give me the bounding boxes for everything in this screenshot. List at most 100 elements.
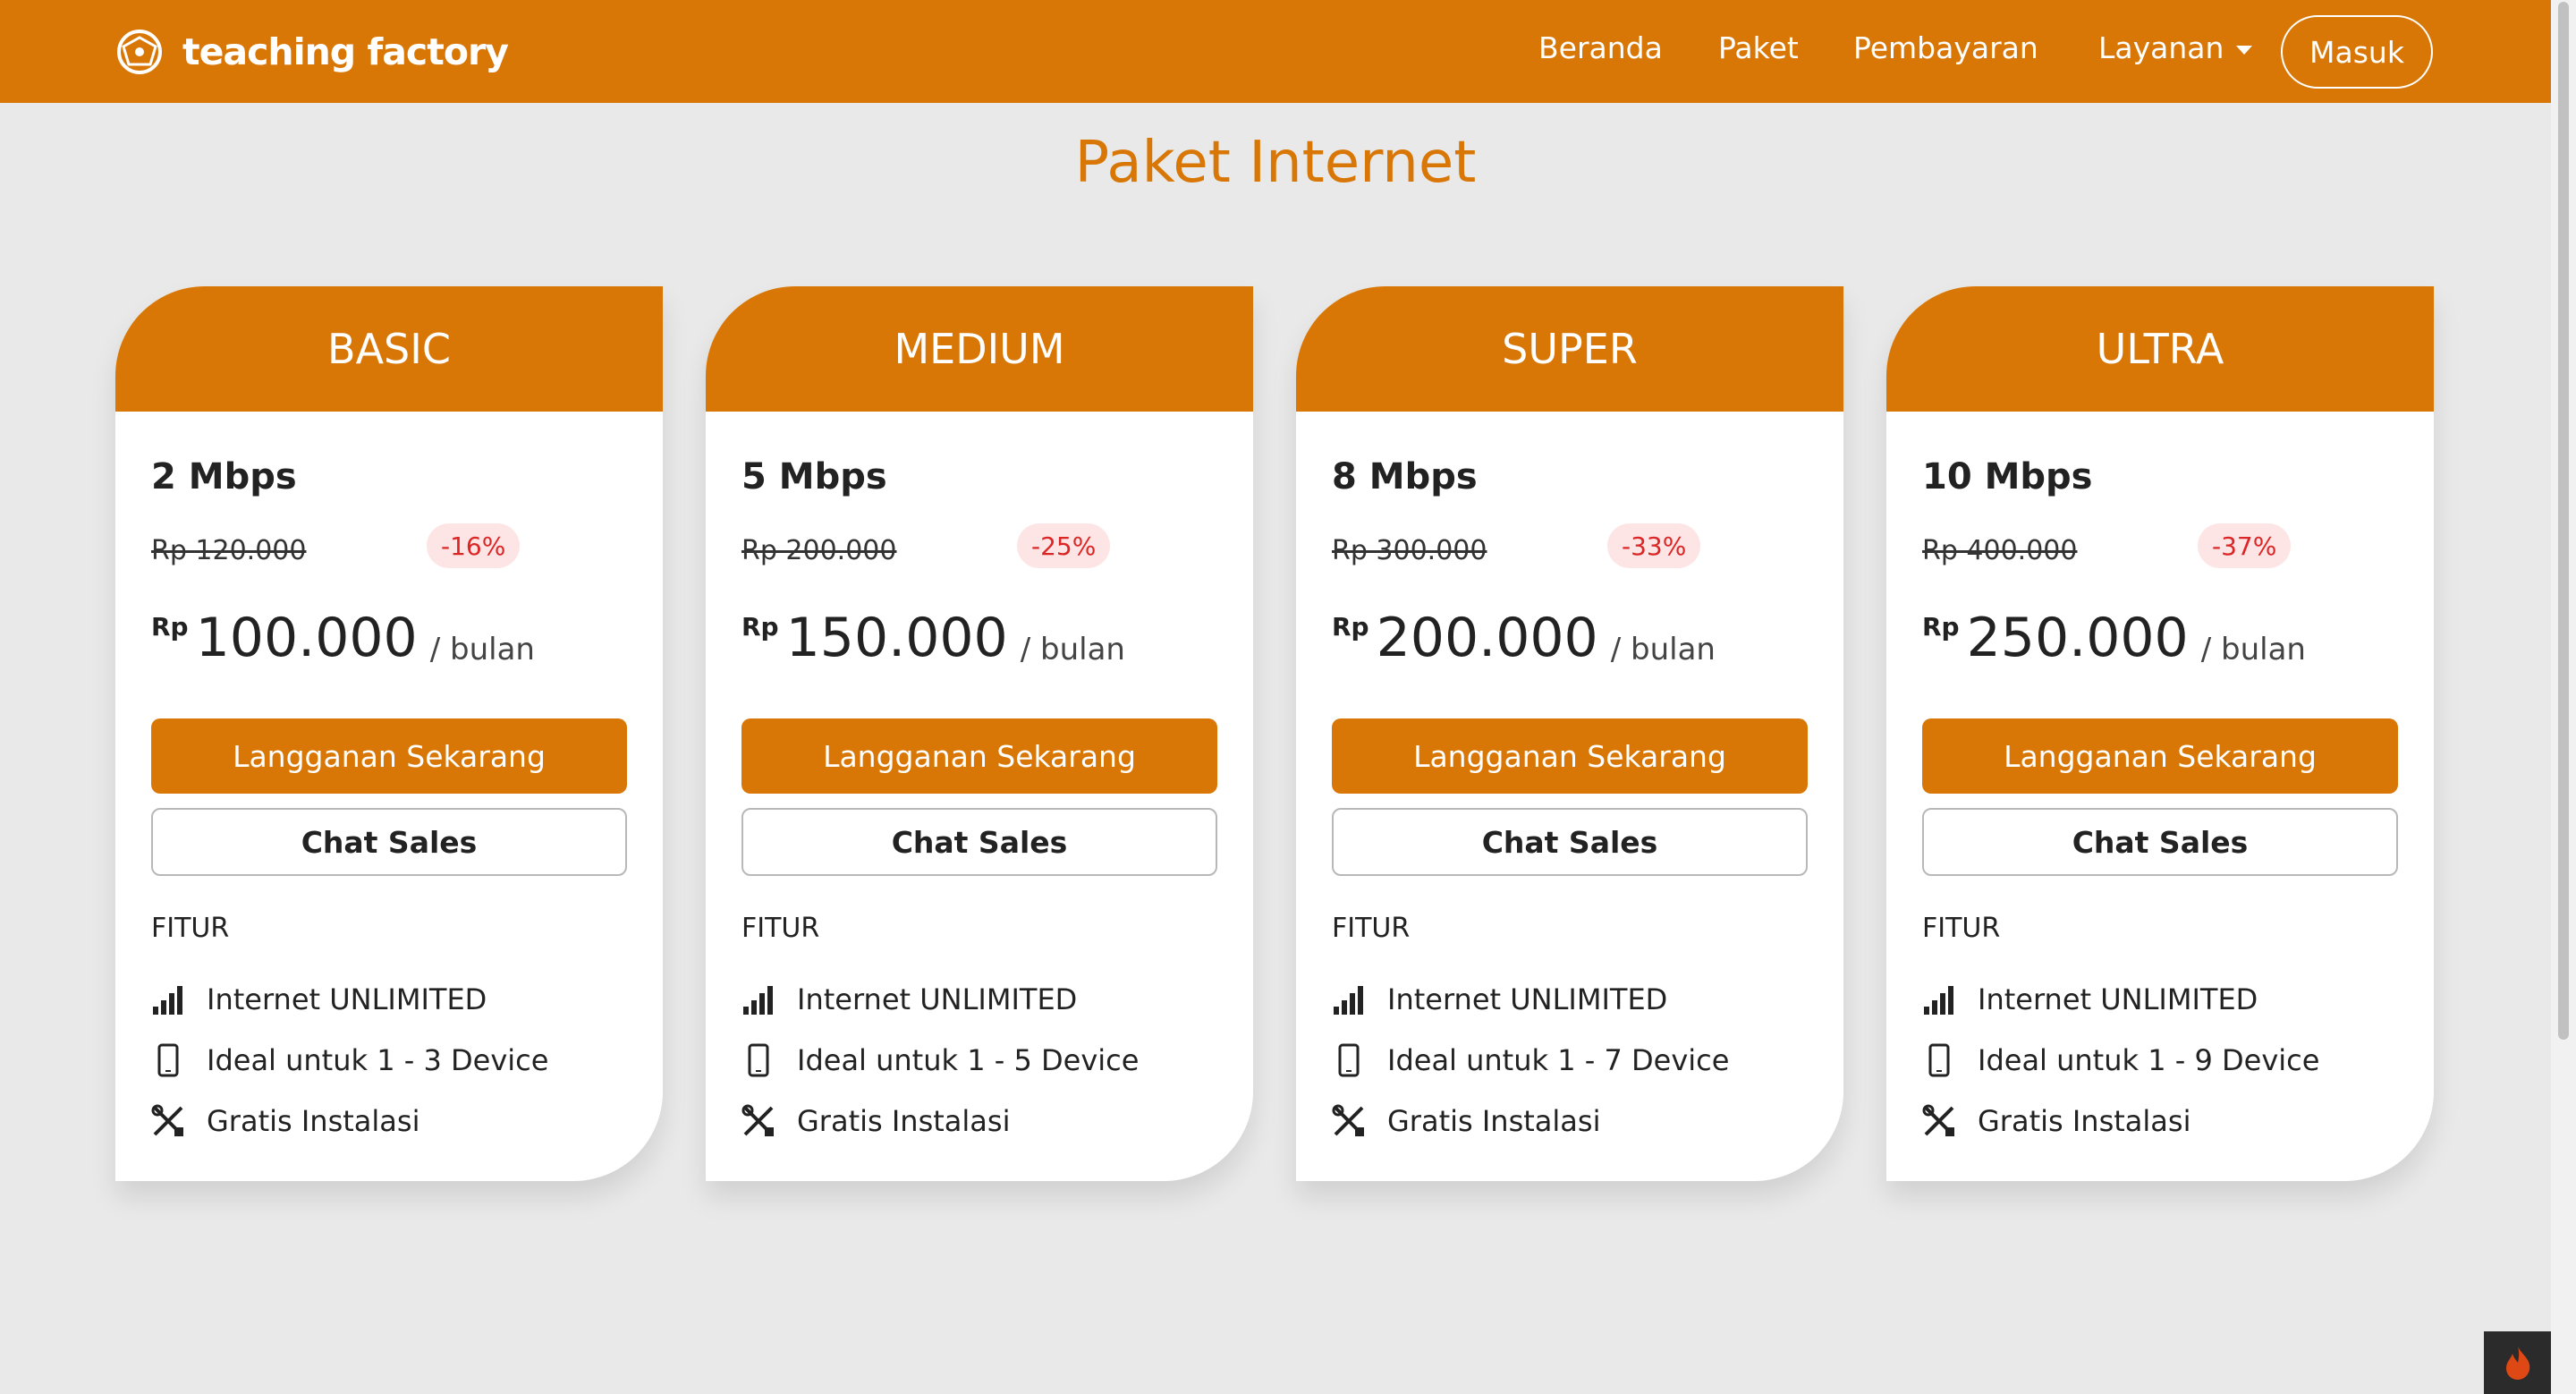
feature-item: Internet UNLIMITED bbox=[151, 977, 487, 1022]
features-title: FITUR bbox=[151, 913, 230, 944]
plan-name: ULTRA bbox=[1886, 286, 2434, 412]
navbar: teaching factory Beranda Paket Pembayara… bbox=[0, 0, 2551, 103]
plan-card-basic: BASIC 2 Mbps Rp 120.000 -16% Rp 100.000 … bbox=[115, 286, 663, 1181]
caret-down-icon bbox=[2236, 45, 2253, 55]
feature-label: Internet UNLIMITED bbox=[207, 982, 487, 1016]
feature-label: Internet UNLIMITED bbox=[1387, 982, 1668, 1016]
plan-speed: 10 Mbps bbox=[1922, 456, 2093, 497]
signal-bars-icon bbox=[1334, 986, 1363, 1015]
nav-pembayaran[interactable]: Pembayaran bbox=[1853, 30, 2038, 65]
brand-name: teaching factory bbox=[182, 30, 509, 73]
plan-name: SUPER bbox=[1296, 286, 1843, 412]
scrollbar[interactable] bbox=[2551, 0, 2576, 1394]
price-currency: Rp bbox=[1922, 612, 1960, 642]
feature-label: Ideal untuk 1 - 3 Device bbox=[207, 1043, 549, 1077]
feature-item: Ideal untuk 1 - 7 Device bbox=[1332, 1038, 1729, 1083]
features-title: FITUR bbox=[741, 913, 820, 944]
old-price: Rp 300.000 bbox=[1332, 535, 1487, 566]
nav-layanan-label: Layanan bbox=[2098, 30, 2224, 65]
smartphone-icon bbox=[157, 1043, 179, 1077]
plan-speed: 5 Mbps bbox=[741, 456, 887, 497]
price-period: / bulan bbox=[1020, 632, 1125, 667]
nav-paket[interactable]: Paket bbox=[1718, 30, 1799, 65]
feature-item: Internet UNLIMITED bbox=[1922, 977, 2258, 1022]
tools-icon bbox=[151, 1104, 183, 1136]
discount-badge: -16% bbox=[427, 523, 521, 568]
tools-icon bbox=[741, 1104, 774, 1136]
plan-name: BASIC bbox=[115, 286, 663, 412]
feature-label: Gratis Instalasi bbox=[797, 1104, 1011, 1138]
signal-bars-icon bbox=[1924, 986, 1953, 1015]
feature-label: Ideal untuk 1 - 5 Device bbox=[797, 1043, 1140, 1077]
plan-name: MEDIUM bbox=[706, 286, 1253, 412]
price-currency: Rp bbox=[1332, 612, 1369, 642]
chat-sales-button[interactable]: Chat Sales bbox=[151, 808, 627, 876]
price-period: / bulan bbox=[429, 632, 535, 667]
plan-speed: 2 Mbps bbox=[151, 456, 297, 497]
feature-item: Ideal untuk 1 - 9 Device bbox=[1922, 1038, 2319, 1083]
signal-bars-icon bbox=[743, 986, 773, 1015]
smartphone-icon bbox=[748, 1043, 769, 1077]
nav-beranda[interactable]: Beranda bbox=[1538, 30, 1663, 65]
subscribe-button[interactable]: Langganan Sekarang bbox=[1922, 718, 2398, 794]
feature-label: Internet UNLIMITED bbox=[1978, 982, 2258, 1016]
scrollbar-thumb[interactable] bbox=[2558, 2, 2569, 1040]
tools-icon bbox=[1332, 1104, 1364, 1136]
subscribe-button[interactable]: Langganan Sekarang bbox=[741, 718, 1217, 794]
price-currency: Rp bbox=[741, 612, 779, 642]
feature-label: Gratis Instalasi bbox=[1978, 1104, 2191, 1138]
price-value: 200.000 bbox=[1376, 607, 1598, 669]
discount-badge: -25% bbox=[1017, 523, 1111, 568]
smartphone-icon bbox=[1338, 1043, 1360, 1077]
feature-item: Internet UNLIMITED bbox=[741, 977, 1077, 1022]
price-period: / bulan bbox=[1610, 632, 1716, 667]
feature-item: Ideal untuk 1 - 3 Device bbox=[151, 1038, 548, 1083]
feature-item: Internet UNLIMITED bbox=[1332, 977, 1667, 1022]
price: Rp 200.000 / bulan bbox=[1332, 607, 1716, 669]
feature-label: Gratis Instalasi bbox=[207, 1104, 420, 1138]
price: Rp 100.000 / bulan bbox=[151, 607, 535, 669]
signal-bars-icon bbox=[153, 986, 182, 1015]
chat-sales-button[interactable]: Chat Sales bbox=[1332, 808, 1808, 876]
price-currency: Rp bbox=[151, 612, 189, 642]
features-title: FITUR bbox=[1922, 913, 2001, 944]
chat-sales-button[interactable]: Chat Sales bbox=[741, 808, 1217, 876]
login-button[interactable]: Masuk bbox=[2281, 15, 2433, 89]
nav-layanan-dropdown[interactable]: Layanan bbox=[2098, 30, 2253, 65]
price-period: / bulan bbox=[2200, 632, 2306, 667]
price-value: 150.000 bbox=[785, 607, 1008, 669]
plan-card-medium: MEDIUM 5 Mbps Rp 200.000 -25% Rp 150.000… bbox=[706, 286, 1253, 1181]
subscribe-button[interactable]: Langganan Sekarang bbox=[151, 718, 627, 794]
plan-card-super: SUPER 8 Mbps Rp 300.000 -33% Rp 200.000 … bbox=[1296, 286, 1843, 1181]
price-value: 250.000 bbox=[1966, 607, 2189, 669]
brand-logo[interactable]: teaching factory bbox=[116, 25, 509, 79]
price: Rp 250.000 / bulan bbox=[1922, 607, 2306, 669]
price-value: 100.000 bbox=[195, 607, 418, 669]
chat-sales-button[interactable]: Chat Sales bbox=[1922, 808, 2398, 876]
features-title: FITUR bbox=[1332, 913, 1411, 944]
discount-badge: -37% bbox=[2198, 523, 2292, 568]
feature-label: Ideal untuk 1 - 9 Device bbox=[1978, 1043, 2320, 1077]
debug-toolbar-toggle[interactable] bbox=[2484, 1331, 2551, 1394]
feature-item: Gratis Instalasi bbox=[1332, 1099, 1600, 1143]
globe-logo-icon bbox=[117, 30, 162, 74]
feature-item: Gratis Instalasi bbox=[741, 1099, 1010, 1143]
feature-item: Ideal untuk 1 - 5 Device bbox=[741, 1038, 1139, 1083]
discount-badge: -33% bbox=[1607, 523, 1701, 568]
subscribe-button[interactable]: Langganan Sekarang bbox=[1332, 718, 1808, 794]
feature-label: Ideal untuk 1 - 7 Device bbox=[1387, 1043, 1730, 1077]
tools-icon bbox=[1922, 1104, 1954, 1136]
old-price: Rp 200.000 bbox=[741, 535, 897, 566]
feature-item: Gratis Instalasi bbox=[1922, 1099, 2190, 1143]
old-price: Rp 400.000 bbox=[1922, 535, 2078, 566]
feature-label: Gratis Instalasi bbox=[1387, 1104, 1601, 1138]
old-price: Rp 120.000 bbox=[151, 535, 307, 566]
feature-item: Gratis Instalasi bbox=[151, 1099, 419, 1143]
flame-icon bbox=[2505, 1347, 2529, 1380]
smartphone-icon bbox=[1928, 1043, 1950, 1077]
plan-speed: 8 Mbps bbox=[1332, 456, 1478, 497]
plan-card-ultra: ULTRA 10 Mbps Rp 400.000 -37% Rp 250.000… bbox=[1886, 286, 2434, 1181]
page-title: Paket Internet bbox=[1074, 130, 1477, 196]
feature-label: Internet UNLIMITED bbox=[797, 982, 1078, 1016]
price: Rp 150.000 / bulan bbox=[741, 607, 1125, 669]
